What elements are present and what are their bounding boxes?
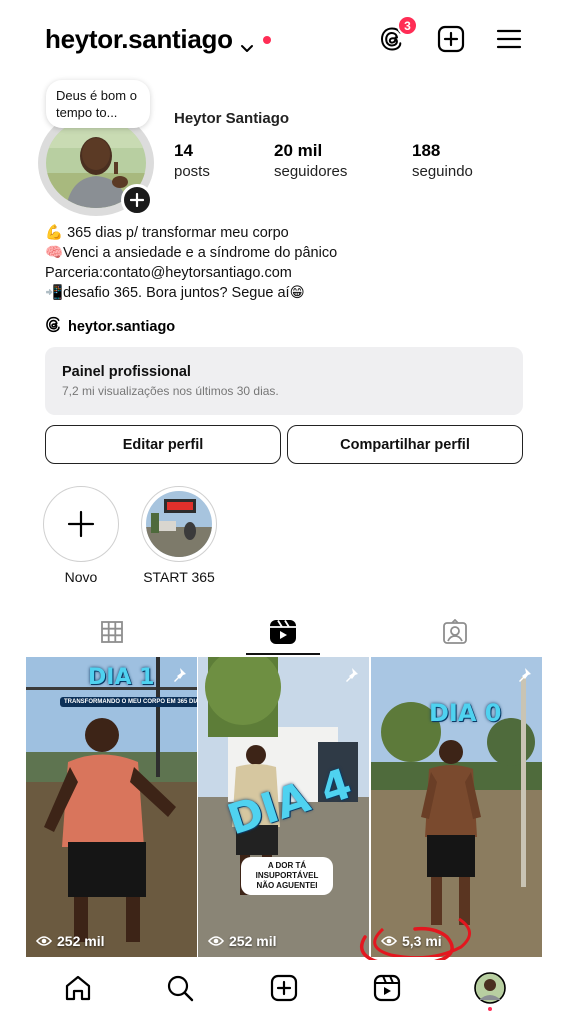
eye-icon [36,936,52,946]
stat-followers[interactable]: 20 mil seguidores [274,141,347,180]
reels-nav-icon[interactable] [371,972,403,1004]
profile-notification-dot [488,1007,492,1011]
reel-overlay-title: DIA 0 [429,699,502,727]
active-tab-indicator [246,653,320,655]
add-story-button[interactable] [121,184,153,216]
bio-line: 💪 365 dias p/ transformar meu corpo [45,225,289,241]
stat-following[interactable]: 188 seguindo [412,141,473,180]
stat-label: posts [174,163,210,180]
plus-icon [67,510,95,538]
highlight-new[interactable]: Novo [42,486,120,585]
reel-overlay-title: DIA 1 [88,665,155,690]
stat-label: seguindo [412,163,473,180]
reel-view-count: 252 mil [57,933,105,949]
reels-icon [270,620,296,644]
reels-grid: DIA 1 TRANSFORMANDO O MEU CORPO EM 365 D… [26,657,542,957]
bio-line: 📲desafio 365. Bora juntos? Segue aí😁 [45,285,305,301]
search-icon[interactable] [164,972,196,1004]
stat-value: 14 [174,141,193,160]
stat-value: 20 mil [274,141,323,160]
threads-icon [45,316,62,337]
highlight-start-365[interactable]: START 365 [140,486,218,585]
reel-thumbnail[interactable]: DIA 4 A DOR TÁ INSUPORTÁVEL NÃO AGUENTEI… [198,657,369,957]
profile-bio: 💪 365 dias p/ transformar meu corpo 🧠Ven… [45,223,337,303]
notification-dot [262,35,271,44]
tagged-icon [443,619,467,644]
pin-icon [343,667,359,688]
top-bar: heytor.santiago 3 [0,0,568,84]
reel-views: 252 mil [36,933,104,949]
stat-value: 188 [412,141,441,160]
dashboard-subtitle: 7,2 mi visualizações nos últimos 30 dias… [62,384,279,398]
dashboard-title: Painel profissional [62,364,191,380]
new-highlight-circle [43,486,119,562]
edit-profile-button[interactable]: Editar perfil [45,425,281,464]
content-tabs [0,610,568,658]
reel-thumbnail[interactable]: DIA 0 5,3 mi [371,657,542,957]
profile-avatar-nav[interactable] [474,972,506,1004]
highlight-label: START 365 [143,569,215,585]
reel-views: 252 mil [208,933,276,949]
threads-handle: heytor.santiago [68,318,176,335]
bio-line: 🧠Venci a ansiedade e a síndrome do pânic… [45,245,338,261]
highlight-label: Novo [64,569,98,585]
pin-icon [516,667,532,688]
threads-profile-link[interactable]: heytor.santiago [45,316,175,337]
username-label: heytor.santiago [45,24,233,54]
reel-thumbnail[interactable]: DIA 1 TRANSFORMANDO O MEU CORPO EM 365 D… [26,657,197,957]
add-post-icon[interactable] [436,24,466,54]
chevron-down-icon [239,32,255,52]
reel-caption: TRANSFORMANDO O MEU CORPO EM 365 DIAS [60,697,197,707]
pin-icon [171,667,187,688]
reel-caption: A DOR TÁ INSUPORTÁVEL NÃO AGUENTEI [241,857,333,895]
create-icon[interactable] [268,972,300,1004]
bio-link-email[interactable]: Parceria:contato@heytorsantiago.com [45,263,337,283]
eye-icon [208,936,224,946]
highlight-cover [141,486,217,562]
bottom-navigation [0,960,568,1024]
tab-grid[interactable] [52,610,172,654]
stat-label: seguidores [274,163,348,180]
profile-note[interactable]: Deus é bom o tempo to... [46,80,150,128]
threads-badge: 3 [397,15,418,36]
grid-icon [101,621,123,643]
account-switcher[interactable]: heytor.santiago [45,24,271,55]
stat-posts[interactable]: 14 posts [174,141,210,180]
share-profile-button[interactable]: Compartilhar perfil [287,425,523,464]
reel-view-count: 252 mil [229,933,277,949]
professional-dashboard[interactable]: Painel profissional 7,2 mi visualizações… [45,347,523,415]
menu-icon[interactable] [494,24,524,54]
home-icon[interactable] [62,972,94,1004]
tab-tagged[interactable] [395,610,515,654]
profile-display-name: Heytor Santiago [174,110,290,127]
tab-reels[interactable] [223,610,343,654]
